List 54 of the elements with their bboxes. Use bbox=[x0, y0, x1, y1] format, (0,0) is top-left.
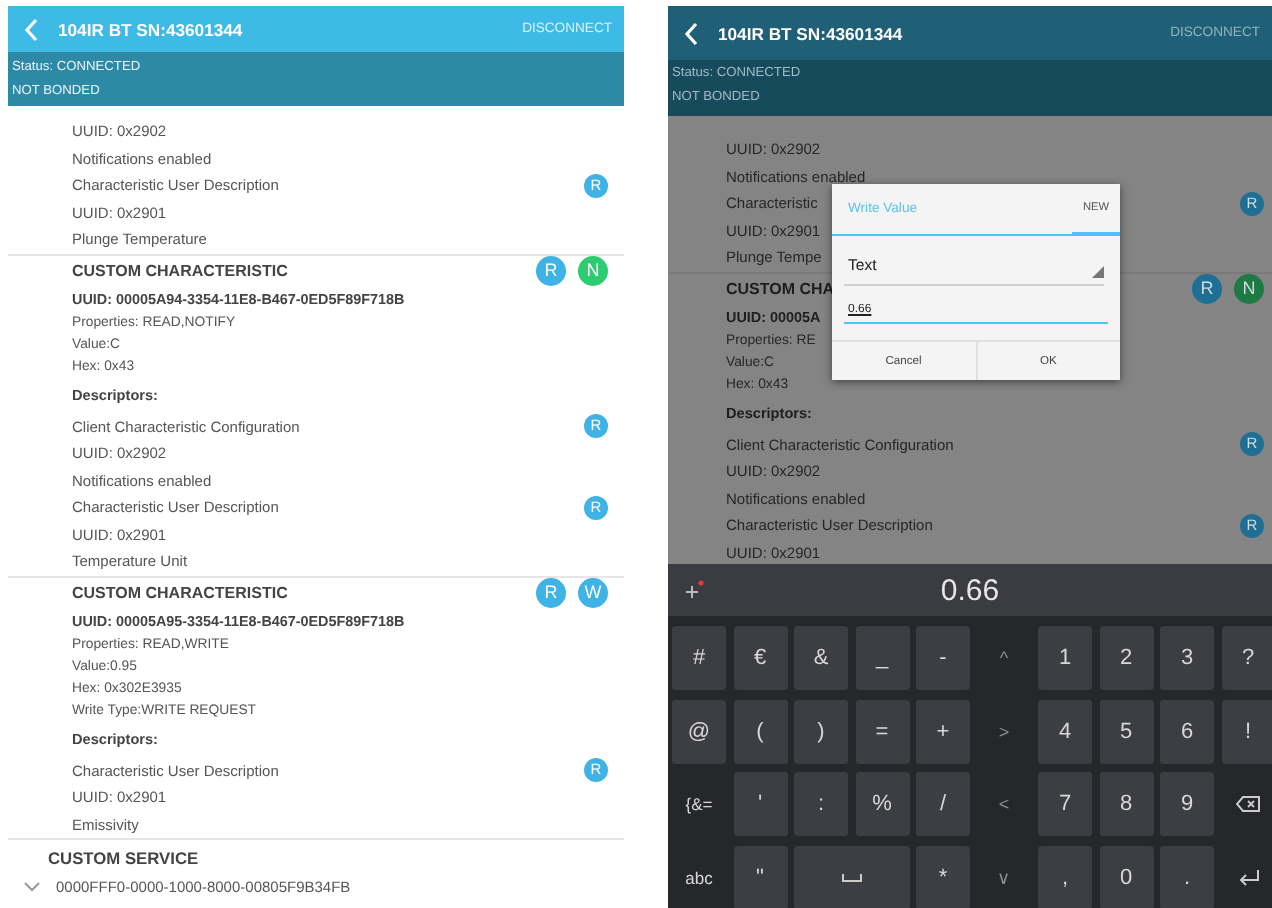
back-button[interactable] bbox=[684, 21, 698, 45]
key[interactable]: 6 bbox=[1160, 699, 1214, 763]
key[interactable]: 3 bbox=[1160, 626, 1214, 690]
key[interactable]: 4 bbox=[1038, 699, 1092, 763]
arrow-key[interactable]: ∨ bbox=[977, 845, 1031, 908]
key[interactable]: + bbox=[916, 699, 970, 763]
property-badge[interactable]: R bbox=[1192, 273, 1222, 303]
key[interactable]: 1 bbox=[1038, 626, 1092, 690]
mode-key[interactable]: {&= bbox=[672, 772, 726, 836]
characteristic-title: CUSTOM CHARACTERISTIC bbox=[72, 583, 288, 601]
key[interactable]: ! bbox=[1221, 699, 1272, 763]
screen-title: 104IR BT SN:43601344 bbox=[718, 23, 903, 43]
key[interactable]: 8 bbox=[1099, 772, 1153, 836]
key[interactable]: 7 bbox=[1038, 772, 1092, 836]
key[interactable]: * bbox=[916, 845, 970, 908]
arrow-key[interactable]: > bbox=[977, 699, 1031, 763]
mode-key[interactable]: abc bbox=[672, 845, 726, 908]
key[interactable]: & bbox=[794, 626, 848, 690]
key[interactable]: 0 bbox=[1099, 845, 1153, 908]
chevron-down-icon bbox=[24, 881, 40, 891]
back-icon bbox=[24, 17, 38, 41]
plus-icon bbox=[684, 580, 704, 600]
arrow-key[interactable]: < bbox=[977, 772, 1031, 836]
service-title: CUSTOM SERVICE bbox=[48, 847, 199, 867]
key[interactable]: ? bbox=[1221, 626, 1272, 690]
dropdown-triangle-icon bbox=[1092, 266, 1104, 278]
arrow-key[interactable]: ^ bbox=[977, 626, 1031, 690]
key[interactable]: 9 bbox=[1160, 772, 1214, 836]
screen-title: 104IR BT SN:43601344 bbox=[58, 19, 243, 39]
key[interactable]: @ bbox=[672, 699, 726, 763]
key[interactable]: " bbox=[733, 845, 787, 908]
key[interactable]: / bbox=[916, 772, 970, 836]
characteristic-title: CUSTOM CHA bbox=[726, 279, 835, 297]
key[interactable]: 2 bbox=[1099, 626, 1153, 690]
key[interactable]: . bbox=[1160, 845, 1214, 908]
enter-icon bbox=[1237, 869, 1259, 885]
key[interactable]: : bbox=[794, 772, 848, 836]
key[interactable]: ) bbox=[794, 699, 848, 763]
key[interactable]: € bbox=[733, 626, 787, 690]
backspace-icon bbox=[1236, 796, 1260, 812]
key[interactable]: , bbox=[1038, 845, 1092, 908]
suggestion-text[interactable]: 0.66 bbox=[940, 573, 1000, 607]
key[interactable]: % bbox=[855, 772, 909, 836]
key[interactable]: ' bbox=[733, 772, 787, 836]
key[interactable]: 5 bbox=[1099, 699, 1153, 763]
space-bar-icon bbox=[841, 873, 862, 881]
property-badge[interactable]: N bbox=[1234, 273, 1264, 303]
key[interactable]: - bbox=[916, 626, 970, 690]
characteristic-title: CUSTOM CHARACTERISTIC bbox=[72, 261, 288, 279]
key[interactable]: # bbox=[672, 626, 726, 690]
key[interactable]: ( bbox=[733, 699, 787, 763]
back-icon bbox=[684, 21, 698, 45]
key[interactable]: = bbox=[855, 699, 909, 763]
key[interactable]: _ bbox=[855, 626, 909, 690]
